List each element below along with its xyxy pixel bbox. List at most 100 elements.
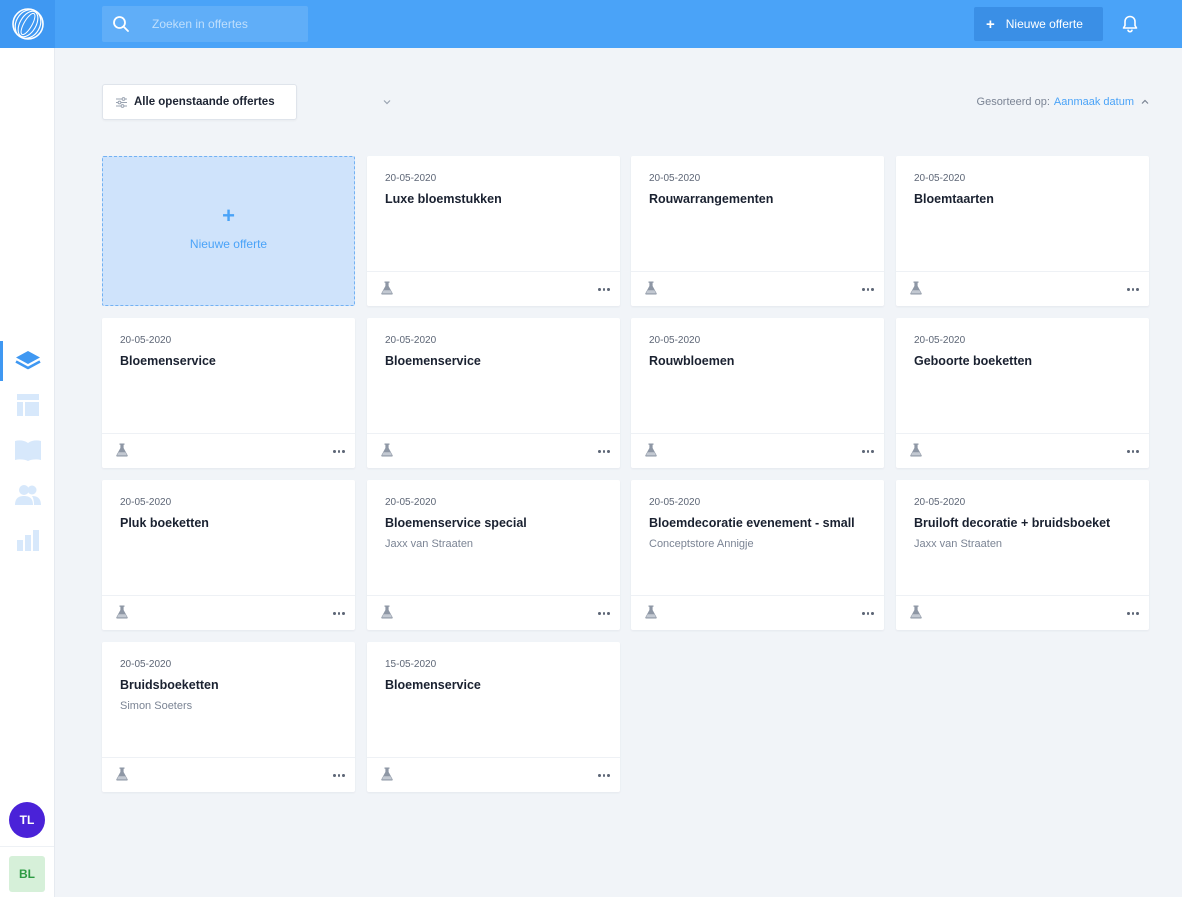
- quote-date: 20-05-2020: [914, 497, 966, 508]
- card-footer: [367, 757, 620, 792]
- quote-title: Rouwbloemen: [649, 354, 735, 368]
- plus-icon: +: [986, 15, 995, 33]
- app-logo[interactable]: [0, 0, 55, 48]
- more-options-icon[interactable]: [1126, 282, 1140, 296]
- quote-date: 20-05-2020: [120, 659, 172, 670]
- plus-icon: +: [222, 203, 235, 228]
- card-footer: [102, 595, 355, 630]
- more-options-icon[interactable]: [597, 768, 611, 782]
- bell-icon[interactable]: [1120, 14, 1140, 34]
- avatar-initials: TL: [19, 813, 35, 827]
- search-box: [102, 6, 308, 42]
- more-options-icon[interactable]: [332, 606, 346, 620]
- sort-prefix: Gesorteerd op:: [976, 96, 1050, 108]
- flask-icon: [116, 605, 128, 619]
- sidebar-divider: [0, 846, 54, 847]
- logo-icon: [11, 8, 44, 40]
- quote-card[interactable]: 20-05-2020 Luxe bloemstukken: [367, 156, 620, 306]
- book-icon: [14, 440, 41, 461]
- quote-title: Bruiloft decoratie + bruidsboeket: [914, 516, 1111, 530]
- quote-date: 20-05-2020: [385, 173, 437, 184]
- quote-card[interactable]: 20-05-2020 Bloemenservice: [102, 318, 355, 468]
- more-options-icon[interactable]: [597, 606, 611, 620]
- flask-icon: [381, 767, 393, 781]
- quote-card[interactable]: 20-05-2020 Rouwarrangementen: [631, 156, 884, 306]
- quote-date: 20-05-2020: [120, 335, 172, 346]
- quote-card[interactable]: 20-05-2020 Bruidsboeketten Simon Soeters: [102, 642, 355, 792]
- card-footer: [896, 433, 1149, 468]
- sidebar-item-quotes[interactable]: [0, 341, 55, 381]
- card-footer: [367, 271, 620, 306]
- sidebar-item-catalog[interactable]: [0, 430, 55, 470]
- avatar[interactable]: TL: [9, 802, 45, 838]
- quote-title: Bloemtaarten: [914, 192, 994, 206]
- quote-card[interactable]: 20-05-2020 Bloemdecoratie evenement - sm…: [631, 480, 884, 630]
- quote-date: 20-05-2020: [120, 497, 172, 508]
- more-options-icon[interactable]: [861, 282, 875, 296]
- more-options-icon[interactable]: [1126, 444, 1140, 458]
- quote-client: Simon Soeters: [120, 700, 193, 712]
- more-options-icon[interactable]: [597, 282, 611, 296]
- layout-icon: [16, 394, 39, 416]
- card-footer: [631, 595, 884, 630]
- quote-client: Jaxx van Straaten: [385, 538, 474, 550]
- quote-title: Bloemenservice special: [385, 516, 527, 530]
- quote-date: 20-05-2020: [649, 173, 701, 184]
- quote-title: Bruidsboeketten: [120, 678, 219, 692]
- filter-label: Alle openstaande offertes: [134, 96, 275, 108]
- more-options-icon[interactable]: [332, 768, 346, 782]
- quote-date: 20-05-2020: [914, 173, 966, 184]
- flask-icon: [116, 443, 128, 457]
- users-icon: [14, 485, 41, 505]
- quote-title: Bloemdecoratie evenement - small: [649, 516, 855, 530]
- card-footer: [367, 595, 620, 630]
- workspace-initials: BL: [19, 867, 35, 881]
- flask-icon: [381, 443, 393, 457]
- more-options-icon[interactable]: [861, 444, 875, 458]
- quote-date: 20-05-2020: [649, 497, 701, 508]
- bar-chart-icon: [16, 530, 39, 551]
- search-input[interactable]: [152, 6, 302, 42]
- quote-title: Bloemenservice: [385, 354, 481, 368]
- card-footer: [631, 433, 884, 468]
- more-options-icon[interactable]: [597, 444, 611, 458]
- quote-card[interactable]: 20-05-2020 Bruiloft decoratie + bruidsbo…: [896, 480, 1149, 630]
- quote-date: 20-05-2020: [914, 335, 966, 346]
- sidebar-item-reports[interactable]: [0, 520, 55, 560]
- filter-dropdown[interactable]: Alle openstaande offertes: [102, 84, 391, 120]
- more-options-icon[interactable]: [332, 444, 346, 458]
- quote-card[interactable]: 20-05-2020 Bloemenservice: [367, 318, 620, 468]
- new-quote-card[interactable]: + Nieuwe offerte: [102, 156, 355, 306]
- sidebar-item-contacts[interactable]: [0, 475, 55, 515]
- workspace-avatar[interactable]: BL: [9, 856, 45, 892]
- quote-title: Geboorte boeketten: [914, 354, 1033, 368]
- sidebar-item-templates[interactable]: [0, 385, 55, 425]
- quote-card[interactable]: 20-05-2020 Rouwbloemen: [631, 318, 884, 468]
- quote-card[interactable]: 15-05-2020 Bloemenservice: [367, 642, 620, 792]
- sidebar: TL BL: [0, 48, 55, 897]
- sort-value-link[interactable]: Aanmaak datum: [1054, 96, 1134, 108]
- quote-date: 20-05-2020: [649, 335, 701, 346]
- quote-date: 20-05-2020: [385, 335, 437, 346]
- sort-control: Gesorteerd op: Aanmaak datum: [977, 96, 1149, 108]
- quote-title: Bloemenservice: [385, 678, 481, 692]
- new-quote-button[interactable]: + Nieuwe offerte: [974, 7, 1103, 41]
- quote-date: 15-05-2020: [385, 659, 437, 670]
- card-footer: [102, 757, 355, 792]
- card-footer: [896, 271, 1149, 306]
- card-footer: [631, 271, 884, 306]
- top-bar: + Nieuwe offerte: [0, 0, 1182, 48]
- chevron-up-icon[interactable]: [1141, 99, 1149, 105]
- quote-card[interactable]: 20-05-2020 Pluk boeketten: [102, 480, 355, 630]
- quote-client: Conceptstore Annigje: [649, 538, 754, 550]
- flask-icon: [381, 281, 393, 295]
- quote-card[interactable]: 20-05-2020 Geboorte boeketten: [896, 318, 1149, 468]
- more-options-icon[interactable]: [1126, 606, 1140, 620]
- chevron-down-icon: [383, 100, 391, 105]
- filter-icon: [116, 97, 127, 108]
- flask-icon: [645, 443, 657, 457]
- quote-card[interactable]: 20-05-2020 Bloemenservice special Jaxx v…: [367, 480, 620, 630]
- quote-card[interactable]: 20-05-2020 Bloemtaarten: [896, 156, 1149, 306]
- more-options-icon[interactable]: [861, 606, 875, 620]
- card-footer: [367, 433, 620, 468]
